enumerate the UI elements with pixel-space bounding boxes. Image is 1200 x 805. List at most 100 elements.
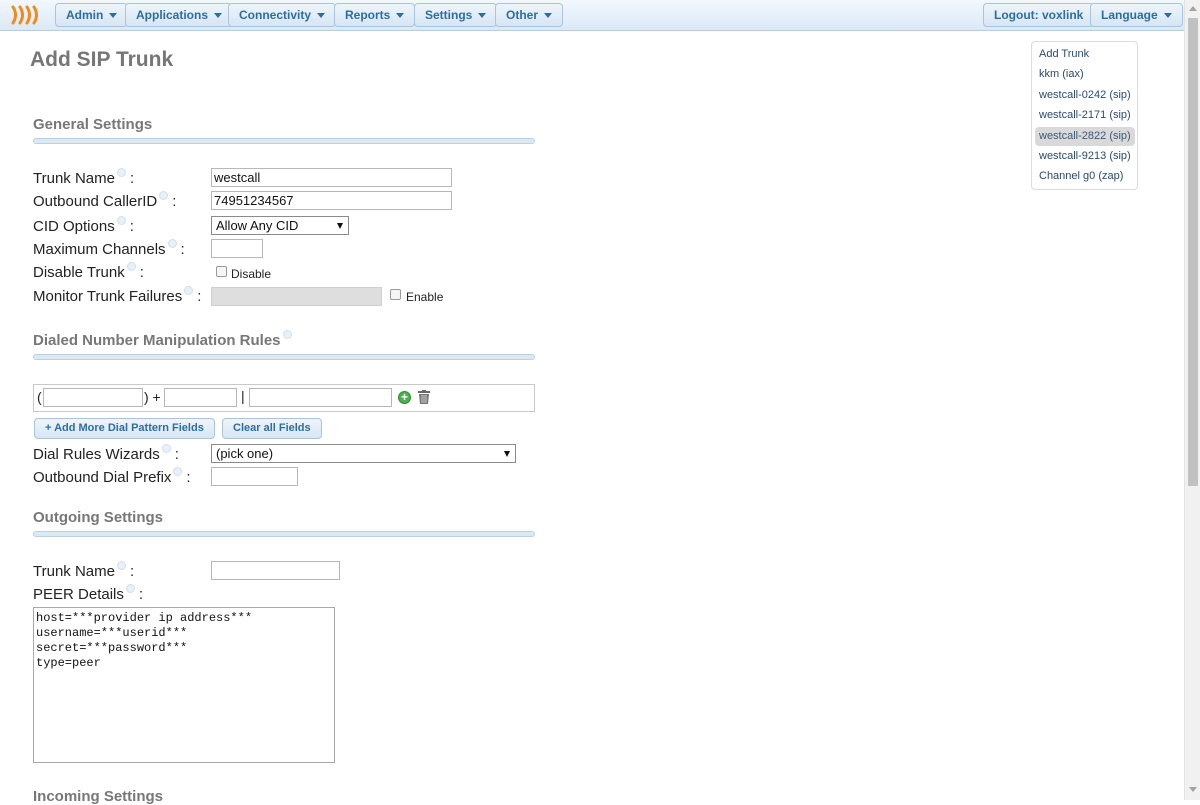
prepend-input[interactable]	[43, 388, 143, 407]
trunk-list-item[interactable]: westcall-9213 (sip)	[1035, 147, 1135, 166]
freepbx-logo-icon[interactable]	[9, 4, 45, 26]
chevron-down-icon	[1163, 13, 1172, 19]
dial-rules-wizards-label: Dial Rules Wizards	[33, 446, 160, 463]
nav-admin-menu[interactable]: Admin	[55, 3, 129, 27]
prefix-input[interactable]	[164, 388, 237, 407]
outgoing-trunk-name-label: Trunk Name	[33, 563, 115, 580]
dial-rules-title: Dialed Number Manipulation Rules	[33, 332, 281, 349]
help-icon[interactable]	[161, 444, 171, 453]
max-channels-label: Maximum Channels	[33, 241, 166, 258]
nav-other-menu[interactable]: Other	[495, 3, 564, 27]
outgoing-settings-heading: Outgoing Settings	[33, 509, 163, 526]
outgoing-trunk-name-row-label: Trunk Name:	[33, 561, 135, 580]
general-settings-heading: General Settings	[33, 116, 153, 133]
scroll-down-icon[interactable]	[1189, 787, 1197, 792]
help-icon[interactable]	[282, 330, 292, 339]
outbound-callerid-row-label: Outbound CallerID:	[33, 191, 177, 210]
help-icon[interactable]	[116, 561, 126, 570]
chevron-down-icon	[317, 13, 326, 19]
help-icon[interactable]	[173, 467, 183, 476]
section-divider	[33, 138, 535, 144]
monitor-enable-checkbox[interactable]	[390, 289, 401, 300]
outbound-dial-prefix-row-label: Outbound Dial Prefix:	[33, 467, 191, 486]
monitor-failures-input	[211, 287, 382, 306]
chevron-down-icon	[214, 13, 223, 19]
dropdown-arrow-icon	[504, 451, 510, 457]
outbound-callerid-input[interactable]	[211, 191, 452, 210]
trash-icon[interactable]	[418, 390, 430, 404]
dial-rules-wizard-value: (pick one)	[216, 446, 274, 461]
monitor-failures-row-label: Monitor Trunk Failures:	[33, 286, 202, 305]
close-paren-plus-text: ) +	[144, 389, 161, 405]
language-label: Language	[1101, 8, 1158, 22]
add-more-dial-pattern-button[interactable]: + Add More Dial Pattern Fields	[34, 418, 215, 439]
trunk-list-item[interactable]: kkm (iax)	[1035, 65, 1135, 84]
nav-applications-label: Applications	[136, 8, 209, 22]
add-pattern-icon[interactable]: +	[398, 391, 411, 404]
help-icon[interactable]	[184, 286, 194, 295]
outbound-dial-prefix-input[interactable]	[211, 467, 298, 486]
logout-button[interactable]: Logout: voxlink	[983, 3, 1095, 27]
cid-options-select[interactable]: Allow Any CID	[211, 216, 349, 235]
peer-details-label: PEER Details	[33, 586, 124, 603]
monitor-failures-label: Monitor Trunk Failures	[33, 288, 183, 305]
scrollbar-thumb[interactable]	[1188, 18, 1198, 486]
cid-options-label: CID Options	[33, 218, 115, 235]
nav-admin-label: Admin	[66, 8, 104, 22]
nav-connectivity-menu[interactable]: Connectivity	[228, 3, 337, 27]
trunk-list-item[interactable]: westcall-2171 (sip)	[1035, 106, 1135, 125]
chevron-down-icon	[109, 13, 118, 19]
disable-trunk-row-label: Disable Trunk:	[33, 262, 144, 281]
outbound-dial-prefix-label: Outbound Dial Prefix	[33, 469, 172, 486]
match-pattern-input[interactable]	[249, 388, 392, 407]
trunk-list-panel: Add Trunk kkm (iax) westcall-0242 (sip) …	[1031, 41, 1138, 190]
peer-details-textarea[interactable]: host=***provider ip address*** username=…	[33, 607, 335, 763]
nav-reports-label: Reports	[345, 8, 391, 22]
trunk-name-label: Trunk Name	[33, 170, 115, 187]
nav-reports-menu[interactable]: Reports	[334, 3, 416, 27]
dial-rules-wizard-select[interactable]: (pick one)	[211, 444, 516, 463]
trunk-name-input[interactable]	[211, 168, 452, 187]
nav-settings-label: Settings	[425, 8, 473, 22]
dial-rules-wizards-row-label: Dial Rules Wizards:	[33, 444, 179, 463]
max-channels-input[interactable]	[211, 239, 263, 258]
dial-pattern-row: ( ) + | +	[33, 384, 535, 412]
trunk-list-item[interactable]: westcall-0242 (sip)	[1035, 86, 1135, 105]
outbound-callerid-label: Outbound CallerID	[33, 193, 158, 210]
chevron-down-icon	[478, 13, 487, 19]
nav-settings-menu[interactable]: Settings	[414, 3, 498, 27]
clear-all-fields-button[interactable]: Clear all Fields	[222, 418, 322, 439]
dropdown-arrow-icon	[337, 223, 343, 229]
dial-rules-heading: Dialed Number Manipulation Rules	[33, 330, 293, 349]
disable-trunk-checkbox[interactable]	[216, 266, 227, 277]
trunk-list-item-active[interactable]: westcall-2822 (sip)	[1035, 127, 1135, 146]
chevron-down-icon	[544, 13, 553, 19]
help-icon[interactable]	[116, 168, 126, 177]
logout-label: Logout: voxlink	[994, 8, 1084, 22]
nav-connectivity-label: Connectivity	[239, 8, 312, 22]
section-divider	[33, 531, 535, 537]
outgoing-trunk-name-input[interactable]	[211, 561, 340, 580]
top-nav-bar: Admin Applications Connectivity Reports …	[0, 0, 1184, 31]
max-channels-row-label: Maximum Channels:	[33, 239, 185, 258]
help-icon[interactable]	[116, 216, 126, 225]
help-icon[interactable]	[159, 191, 169, 200]
enable-checkbox-label: Enable	[406, 290, 444, 304]
chevron-down-icon	[396, 13, 405, 19]
disable-checkbox-label: Disable	[231, 267, 272, 281]
vertical-scrollbar[interactable]	[1184, 0, 1200, 800]
scroll-up-icon[interactable]	[1189, 6, 1197, 11]
cid-options-row-label: CID Options:	[33, 216, 134, 235]
section-divider	[33, 354, 535, 360]
nav-applications-menu[interactable]: Applications	[125, 3, 234, 27]
cid-options-value: Allow Any CID	[216, 218, 299, 233]
help-icon[interactable]	[126, 262, 136, 271]
page-title: Add SIP Trunk	[30, 48, 174, 71]
trunk-list-item-add[interactable]: Add Trunk	[1035, 45, 1135, 64]
help-icon[interactable]	[167, 239, 177, 248]
pipe-text: |	[241, 388, 245, 404]
help-icon[interactable]	[125, 584, 135, 593]
trunk-list-item[interactable]: Channel g0 (zap)	[1035, 167, 1135, 186]
language-menu[interactable]: Language	[1090, 3, 1183, 27]
open-paren-text: (	[37, 389, 42, 405]
